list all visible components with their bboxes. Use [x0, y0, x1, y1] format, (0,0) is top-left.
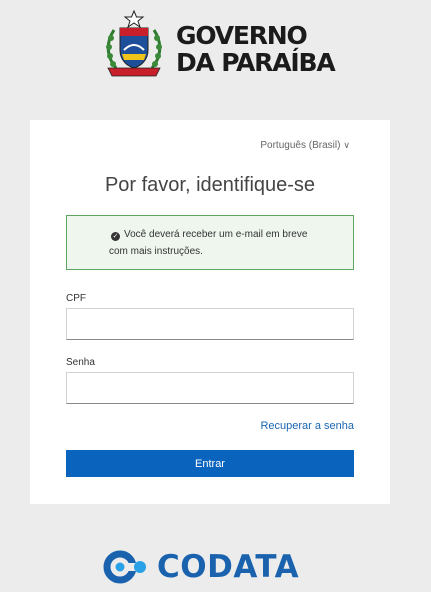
cpf-input[interactable] — [66, 308, 354, 340]
alert-message-1: Você deverá receber um e-mail em breve — [124, 229, 308, 240]
governo-paraiba-wordmark: GOVERNO DA PARAÍBA — [176, 21, 336, 77]
logo-line-2: DA PARAÍBA — [176, 48, 336, 77]
page-title: Por favor, identifique-se — [104, 174, 316, 196]
cpf-label: CPF — [66, 293, 86, 304]
check-circle-icon: ✓ — [111, 232, 120, 241]
password-label: Senha — [66, 357, 95, 368]
codata-logo: CODATA — [103, 548, 323, 586]
alert-line-1: ✓ Você deverá receber um e-mail em breve — [111, 227, 307, 243]
login-card: Português (Brasil) ∨ Por favor, identifiq… — [30, 120, 390, 504]
governo-paraiba-logo: GOVERNO DA PARAÍBA — [100, 10, 336, 80]
language-selector[interactable]: Português (Brasil) ∨ — [260, 140, 350, 151]
codata-mark-icon — [103, 550, 146, 584]
codata-wordmark: CODATA — [157, 549, 300, 585]
language-selected: Português (Brasil) — [260, 140, 341, 151]
chevron-down-icon: ∨ — [343, 140, 350, 150]
success-alert: ✓ Você deverá receber um e-mail em breve … — [66, 215, 354, 270]
password-input[interactable] — [66, 372, 354, 404]
logo-line-1: GOVERNO — [176, 21, 308, 50]
login-button[interactable]: Entrar — [66, 450, 354, 477]
alert-message-2: com mais instruções. — [109, 246, 203, 257]
recover-password-link[interactable]: Recuperar a senha — [260, 420, 354, 432]
coat-of-arms-icon — [106, 10, 162, 77]
